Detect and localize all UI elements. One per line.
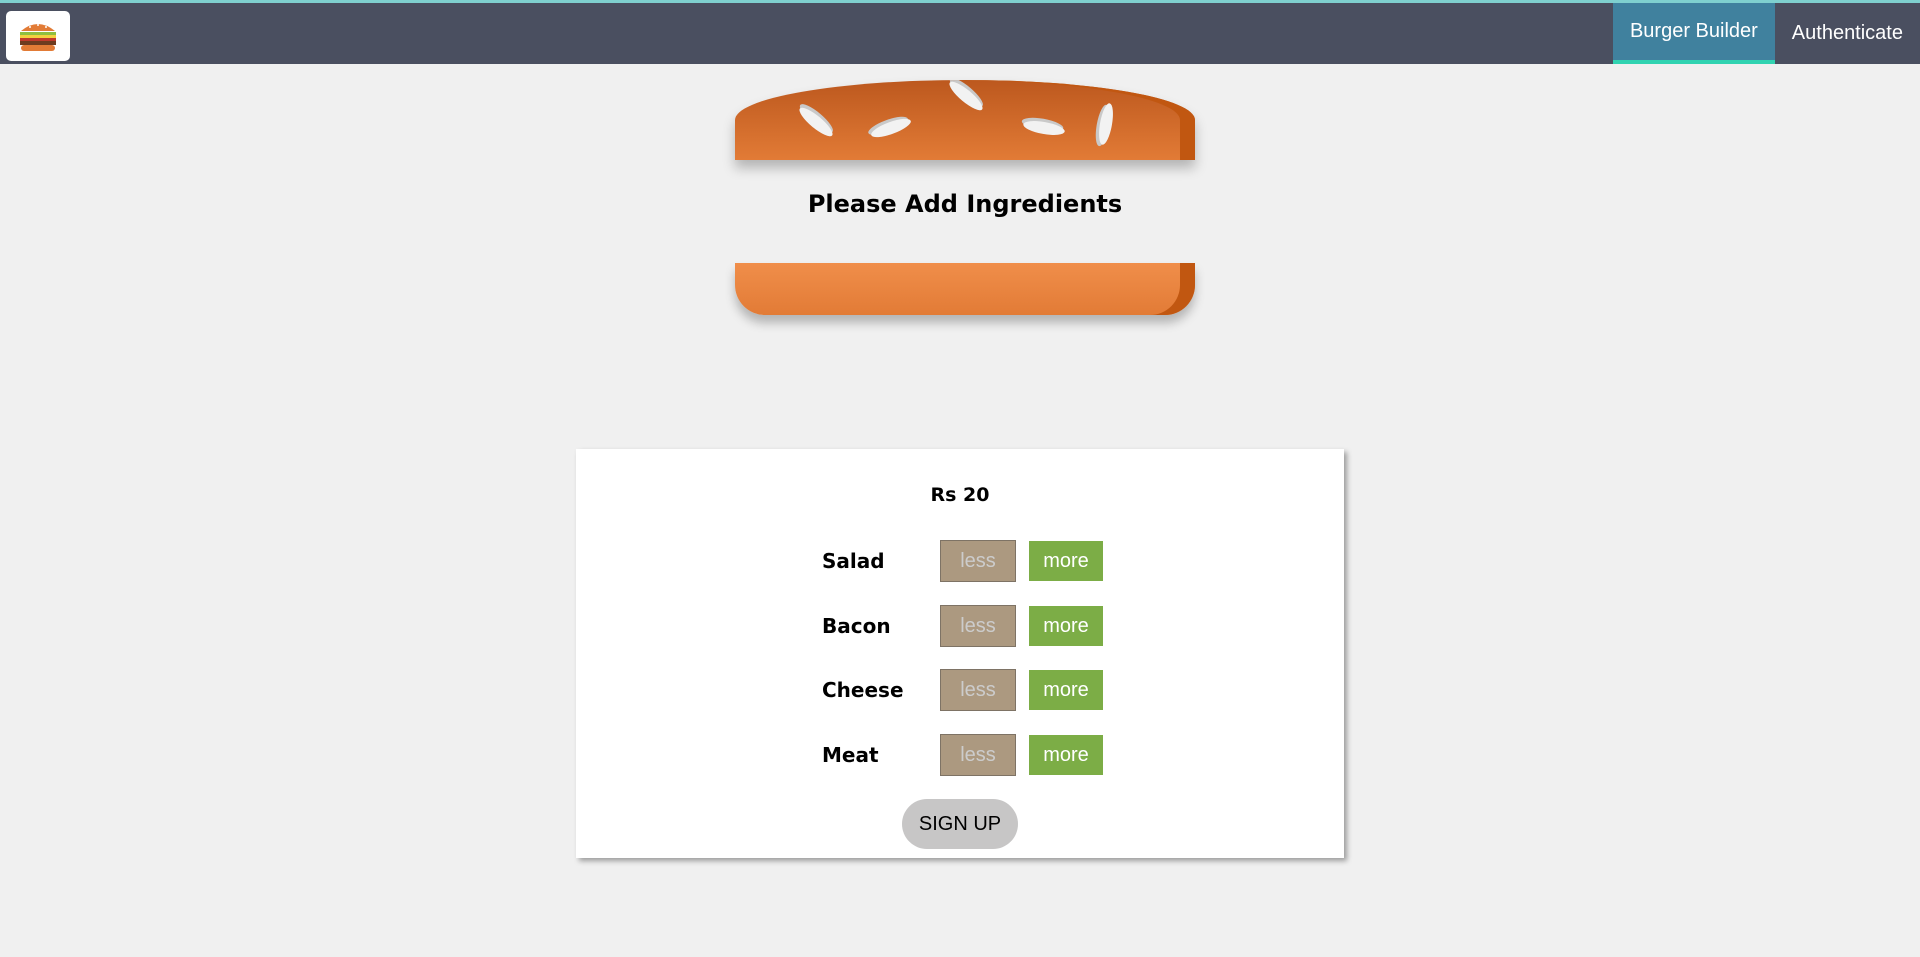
more-meat-button[interactable]: more [1029, 735, 1103, 775]
less-cheese-button[interactable]: less [940, 669, 1016, 711]
add-ingredients-message: Please Add Ingredients [807, 190, 1123, 218]
build-controls: Rs 20 Salad less more Bacon less more Ch… [576, 449, 1344, 858]
burger-icon [20, 24, 56, 51]
ingredient-label: Bacon [822, 614, 891, 638]
burger-logo-icon[interactable] [6, 11, 70, 61]
more-cheese-button[interactable]: more [1029, 670, 1103, 710]
current-price: Rs 20 [930, 484, 990, 506]
seed [869, 115, 913, 141]
build-control-salad: Salad less more [822, 540, 1103, 582]
ingredient-label: Salad [822, 549, 885, 573]
toolbar: Burger Builder Authenticate [0, 0, 1920, 64]
seed [796, 103, 836, 141]
bread-top [735, 80, 1195, 160]
less-meat-button[interactable]: less [940, 734, 1016, 776]
seed [1022, 118, 1066, 138]
more-salad-button[interactable]: more [1029, 541, 1103, 581]
seed [946, 80, 986, 115]
bread-bottom [735, 263, 1195, 315]
ingredient-label: Cheese [822, 678, 904, 702]
more-bacon-button[interactable]: more [1029, 606, 1103, 646]
build-control-meat: Meat less more [822, 734, 1103, 776]
nav-authenticate[interactable]: Authenticate [1775, 3, 1920, 64]
nav-items: Burger Builder Authenticate [1612, 3, 1920, 64]
less-salad-button[interactable]: less [940, 540, 1016, 582]
sign-up-button[interactable]: SIGN UP [902, 799, 1018, 849]
burger-preview: Please Add Ingredients [735, 80, 1195, 320]
build-control-cheese: Cheese less more [822, 669, 1103, 711]
less-bacon-button[interactable]: less [940, 605, 1016, 647]
ingredient-label: Meat [822, 743, 879, 767]
seed [1096, 102, 1116, 146]
nav-burger-builder[interactable]: Burger Builder [1612, 3, 1775, 64]
build-control-bacon: Bacon less more [822, 605, 1103, 647]
